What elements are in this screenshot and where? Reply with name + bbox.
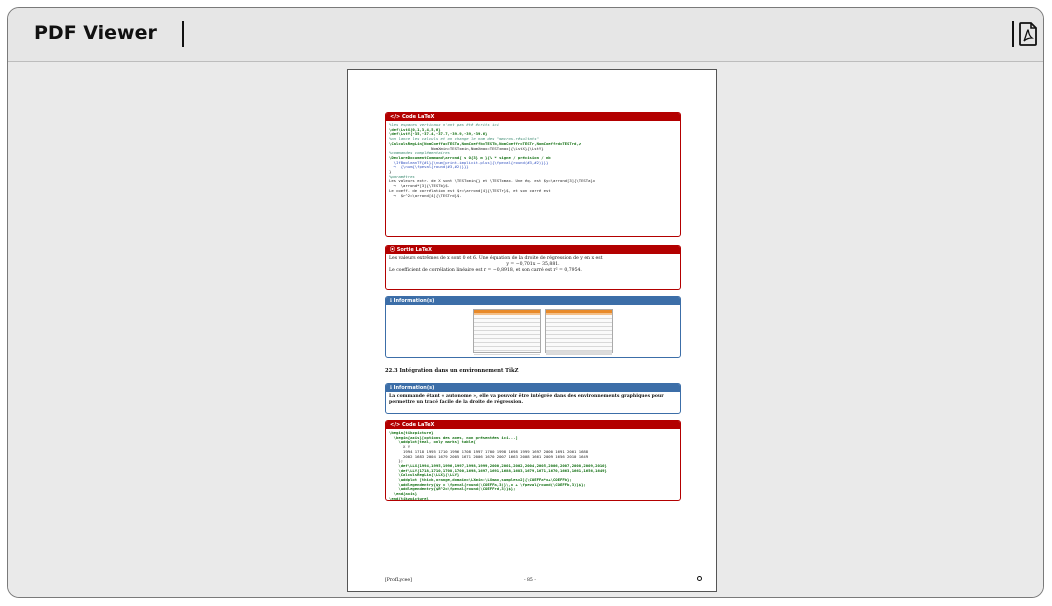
info-line: permettre un tracé facile de la droite d… (389, 400, 524, 406)
code-listing: \begin{tikzpicture} \begin{axis}[options… (386, 429, 680, 501)
pdf-page: </> Code LaTeX %les espaces verticaux n'… (347, 69, 717, 592)
pdf-file-icon[interactable] (1018, 22, 1038, 46)
title-bar: PDF Viewer (8, 8, 1043, 62)
code-box-header: </> Code LaTeX (386, 421, 680, 429)
toolbar-divider (1012, 21, 1014, 47)
info-content: La commande étant « autonome », elle va … (386, 392, 680, 408)
code-line: ↪ $r^2=\arrond[4]{\TESTrd}$. (389, 192, 462, 198)
info-box-header: ℹ Information(s) (386, 297, 680, 305)
calculator-screenshot (545, 309, 613, 355)
code-listing: %les espaces verticaux n'ont pas été écr… (386, 121, 680, 200)
info-box-text: ℹ Information(s) La commande étant « aut… (385, 383, 681, 414)
output-box-header: ⦿ Sortie LaTeX (386, 246, 680, 254)
section-heading: 22.3 Intégration dans un environnement T… (385, 368, 519, 374)
code-box-header: </> Code LaTeX (386, 113, 680, 121)
calculator-screenshots (386, 305, 680, 355)
viewer-window: PDF Viewer </> Code LaTeX %les espaces v… (7, 7, 1044, 598)
code-box-latex: </> Code LaTeX %les espaces verticaux n'… (385, 112, 681, 237)
code-box-tikz: </> Code LaTeX \begin{tikzpicture} \begi… (385, 420, 681, 501)
footer-left: [ProfLycee] (385, 578, 412, 583)
title-divider (182, 21, 184, 47)
page-number: - 85 - (524, 578, 536, 583)
license-icon (697, 576, 702, 581)
code-line: \end{tikzpicture} (389, 495, 429, 501)
document-viewport[interactable]: </> Code LaTeX %les espaces verticaux n'… (8, 62, 1043, 597)
info-box-screenshots: ℹ Information(s) (385, 296, 681, 358)
calculator-screenshot (473, 309, 541, 355)
app-title: PDF Viewer (34, 22, 157, 44)
output-content: Les valeurs extrêmes de x sont 0 et 6. U… (386, 254, 680, 277)
info-box-header: ℹ Information(s) (386, 384, 680, 392)
output-line: Le coefficient de corrélation linéaire e… (389, 268, 582, 274)
output-box-latex: ⦿ Sortie LaTeX Les valeurs extrêmes de x… (385, 245, 681, 290)
